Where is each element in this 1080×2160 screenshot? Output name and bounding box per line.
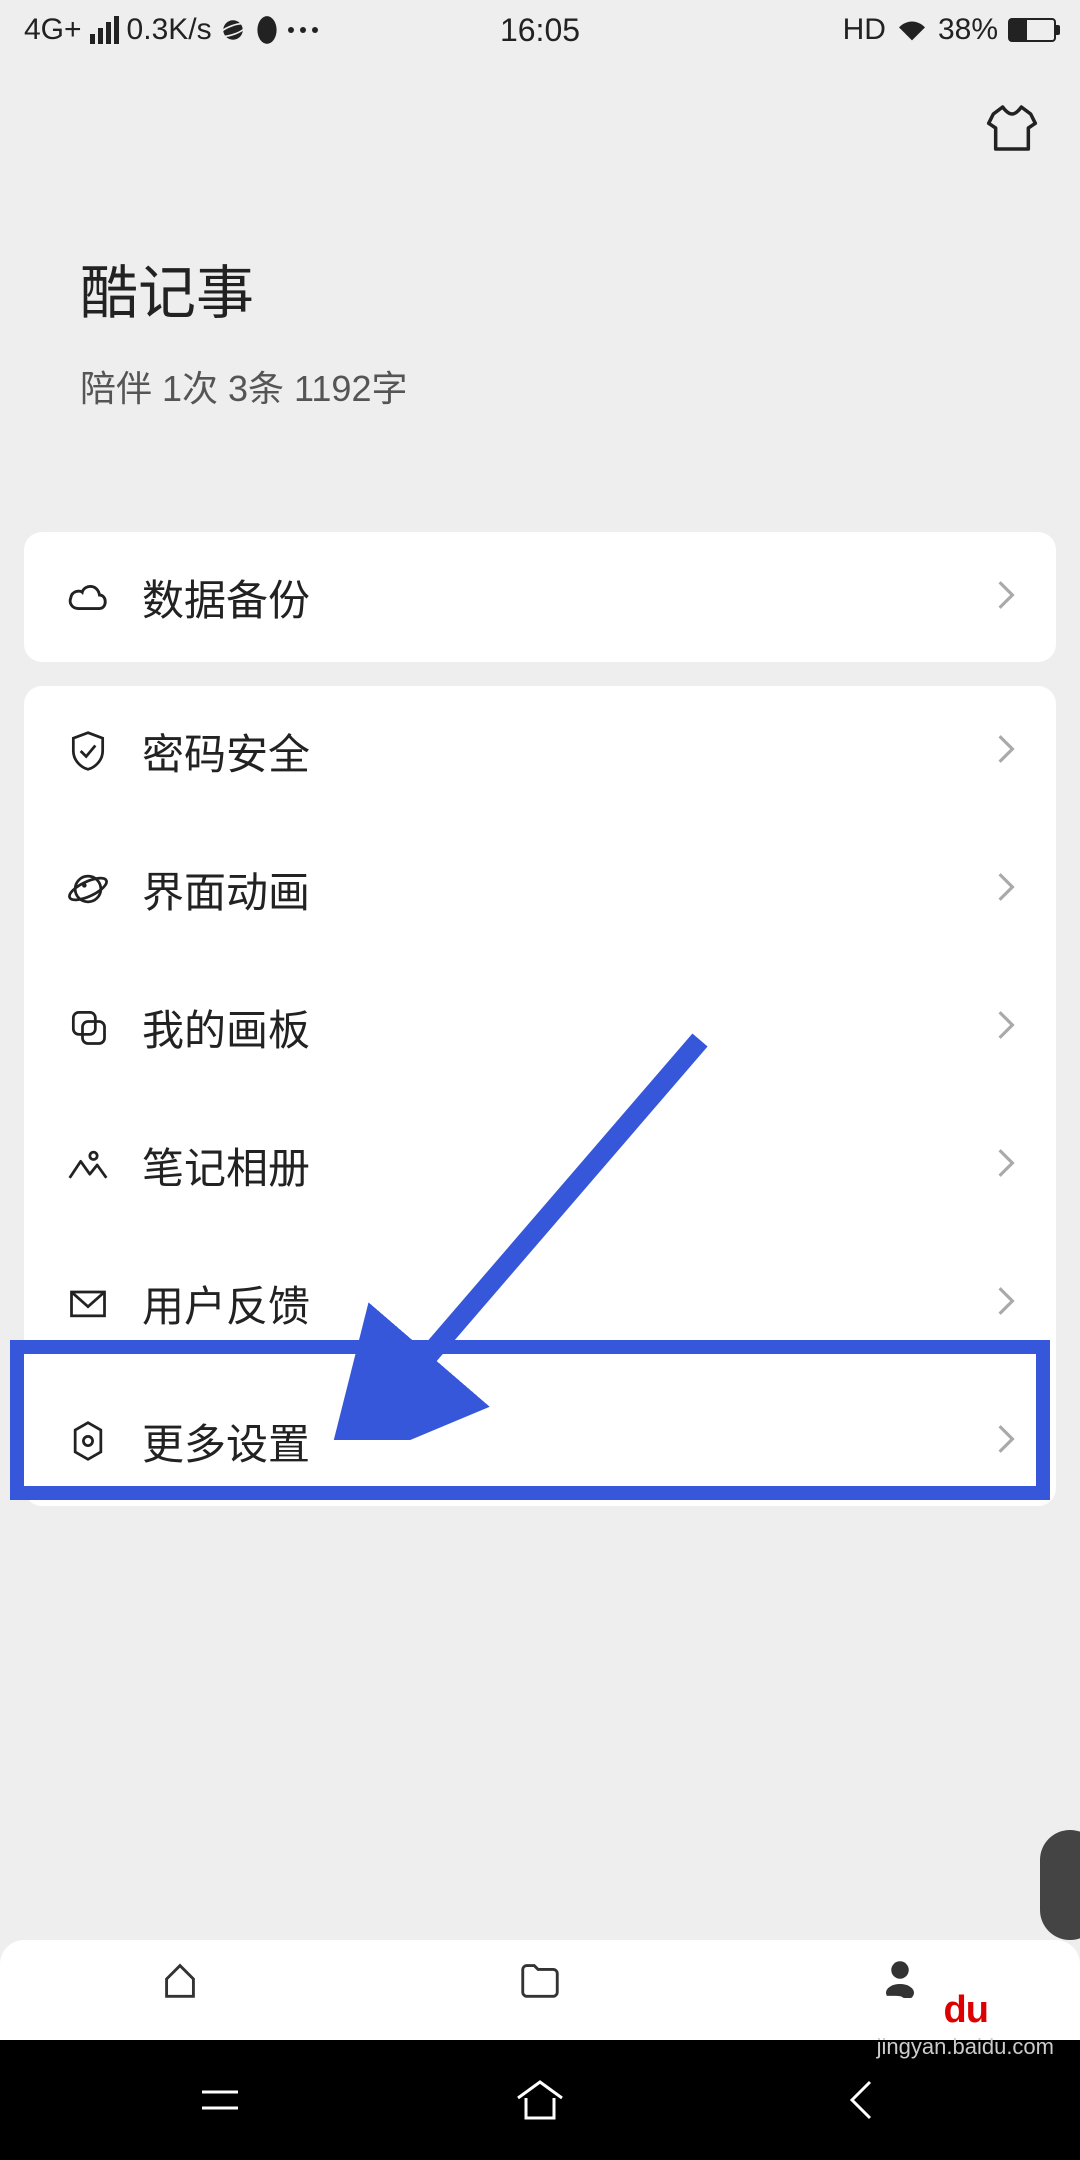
setting-label: 更多设置 (142, 1411, 996, 1472)
setting-label: 用户反馈 (142, 1273, 996, 1334)
chevron-right-icon (996, 871, 1016, 908)
setting-ui-animation[interactable]: 界面动画 (24, 824, 1056, 954)
setting-user-feedback[interactable]: 用户反馈 (24, 1238, 1056, 1368)
setting-password-security[interactable]: 密码安全 (24, 686, 1056, 816)
signal-icon (90, 16, 119, 44)
battery-icon (1008, 18, 1056, 42)
nav-recent-button[interactable] (190, 2070, 250, 2130)
floating-assist-button[interactable] (1040, 1830, 1080, 1940)
setting-label: 数据备份 (142, 567, 996, 628)
network-type: 4G+ (24, 13, 82, 47)
more-status-icon (288, 27, 318, 33)
watermark: Baidu 经验 jingyan.baidu.com (825, 1989, 1054, 2060)
shield-icon (64, 727, 112, 775)
network-speed: 0.3K/s (127, 13, 212, 47)
setting-more-settings[interactable]: 更多设置 (24, 1376, 1056, 1506)
setting-data-backup[interactable]: 数据备份 (24, 532, 1056, 662)
planet-status-icon (220, 17, 246, 43)
gear-icon (64, 1417, 112, 1465)
paw-icon (825, 1993, 875, 2029)
copy-icon (64, 1003, 112, 1051)
chevron-right-icon (996, 1009, 1016, 1046)
status-bar: 4G+ 0.3K/s 16:05 HD 38% (0, 0, 1080, 60)
nav-back-button[interactable] (830, 2070, 890, 2130)
app-title: 酷记事 (80, 246, 1000, 330)
nav-folder[interactable] (490, 1956, 590, 2002)
setting-my-board[interactable]: 我的画板 (24, 962, 1056, 1092)
wifi-icon (896, 17, 928, 43)
penguin-icon (254, 14, 280, 46)
chevron-right-icon (996, 579, 1016, 616)
picture-icon (64, 1141, 112, 1189)
setting-note-album[interactable]: 笔记相册 (24, 1100, 1056, 1230)
settings-card-1: 数据备份 (24, 532, 1056, 662)
header (0, 60, 1080, 156)
chevron-right-icon (996, 1423, 1016, 1460)
setting-label: 界面动画 (142, 859, 996, 920)
theme-icon[interactable] (984, 100, 1040, 156)
chevron-right-icon (996, 733, 1016, 770)
status-time: 16:05 (500, 12, 580, 49)
chevron-right-icon (996, 1285, 1016, 1322)
nav-home[interactable] (130, 1956, 230, 2002)
nav-home-button[interactable] (510, 2070, 570, 2130)
planet-icon (64, 865, 112, 913)
cloud-icon (64, 573, 112, 621)
title-section: 酷记事 陪伴 1次 3条 1192字 (0, 156, 1080, 532)
settings-card-2: 密码安全 界面动画 我的画板 笔记相册 用户反馈 更多设置 (24, 686, 1056, 1506)
battery-percent: 38% (938, 13, 998, 47)
hd-indicator: HD (843, 13, 886, 47)
mail-icon (64, 1279, 112, 1327)
setting-label: 笔记相册 (142, 1135, 996, 1196)
setting-label: 密码安全 (142, 721, 996, 782)
chevron-right-icon (996, 1147, 1016, 1184)
stats-line: 陪伴 1次 3条 1192字 (80, 360, 1000, 412)
setting-label: 我的画板 (142, 997, 996, 1058)
